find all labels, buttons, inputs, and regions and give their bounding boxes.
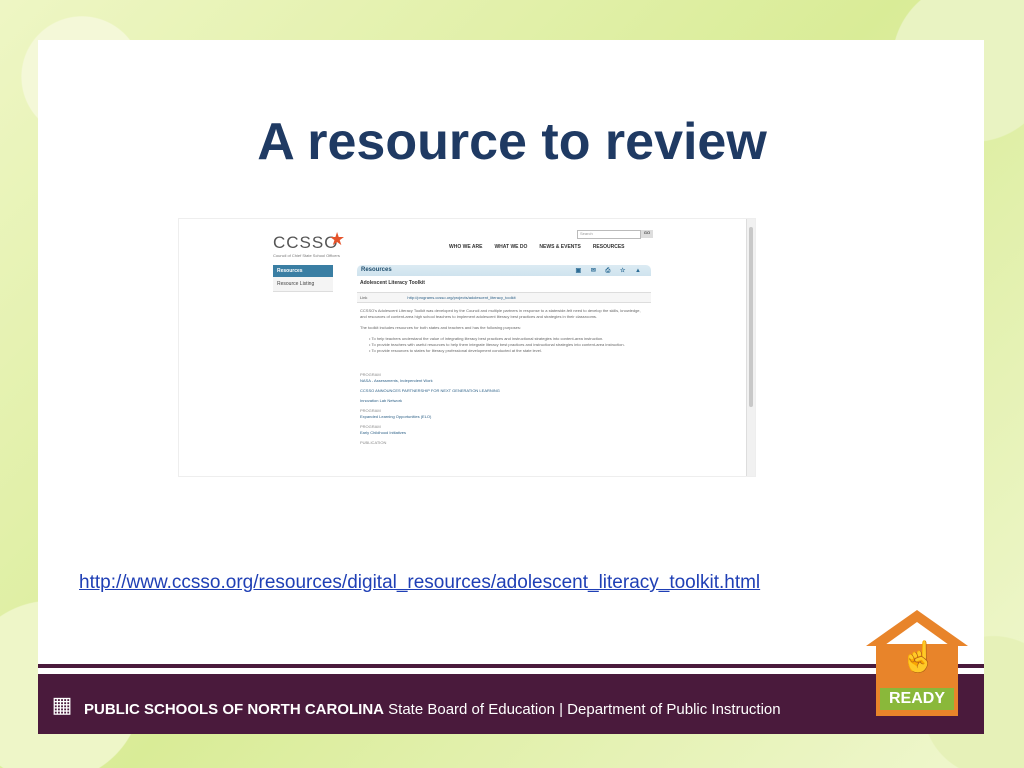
main-content: Resources ▣ ✉ ⎙ ☆ ▲ Adolescent Literacy … [357,265,651,445]
search-input[interactable]: Search [577,230,641,239]
nav-news-events[interactable]: NEWS & EVENTS [539,244,580,250]
ready-word: READY [880,688,954,710]
sidebar: Resources Resource Listing [273,265,333,292]
footer-brand-bold: PUBLIC SCHOOLS OF NORTH CAROLINA [84,701,384,718]
list-item: • To help teachers understand the value … [369,336,604,341]
go-button[interactable]: GO [641,230,653,238]
url-row: Link http://programs.ccsso.org/projects/… [357,292,651,303]
sidebar-item-resources[interactable]: Resources [273,265,333,277]
footer-top-band [38,664,984,668]
meta-link[interactable]: Early Childhood Initiatives [360,430,648,435]
nav-who-we-are[interactable]: WHO WE ARE [449,244,482,250]
meta-label: PUBLICATION [360,440,387,445]
student-icon: ☝ [900,641,938,674]
meta-link[interactable]: Innovation Lab Network [360,398,648,403]
footer-brand-rest: State Board of Education | Department of… [388,701,781,718]
star-icon: ★ [329,229,346,249]
url-link[interactable]: http://programs.ccsso.org/projects/adole… [407,295,515,300]
resource-url-link[interactable]: http://www.ccsso.org/resources/digital_r… [79,572,760,594]
meta-link[interactable]: NASA - Assessments, Independent Work [360,378,648,383]
nc-seal-icon: ▦ [51,692,73,717]
list-item: • To provide teachers with useful resour… [369,342,625,347]
list-item: • To provide resources to states for lit… [369,348,542,353]
logo-tagline: Council of Chief State School Officers [273,253,340,258]
scrollbar[interactable] [746,219,755,476]
meta-link[interactable]: CCSSO ANNOUNCES PARTNERSHIP FOR NEXT GEN… [360,388,648,393]
main-header: Resources ▣ ✉ ⎙ ☆ ▲ [357,265,651,276]
footer-brand: PUBLIC SCHOOLS OF NORTH CAROLINA State B… [84,701,781,718]
slide-title: A resource to review [257,113,767,171]
top-nav: WHO WE ARE WHAT WE DO NEWS & EVENTS RESO… [449,244,625,250]
meta-label: PROGRAM [360,408,381,413]
meta-label: PROGRAM [360,424,381,429]
page-title: Adolescent Literacy Toolkit [360,280,425,286]
share-icons[interactable]: ▣ ✉ ⎙ ☆ ▲ [576,267,645,275]
purpose-intro: The toolkit includes resources for both … [360,325,521,330]
url-label: Link [360,295,368,300]
meta-label: PROGRAM [360,372,381,377]
intro-paragraph: CCSSO's Adolescent Literacy Toolkit was … [360,308,641,319]
nav-resources[interactable]: RESOURCES [593,244,625,250]
ready-logo: ☝ READY [866,610,968,716]
meta-link[interactable]: Expanded Learning Opportunities (ELO) [360,414,648,419]
scrollbar-thumb[interactable] [749,227,753,407]
footer-bar: ▦ PUBLIC SCHOOLS OF NORTH CAROLINA State… [38,664,984,734]
website-screenshot: CCSSO Council of Chief State School Offi… [178,218,756,477]
sidebar-item-resource-listing[interactable]: Resource Listing [273,277,333,292]
nav-what-we-do[interactable]: WHAT WE DO [494,244,527,250]
